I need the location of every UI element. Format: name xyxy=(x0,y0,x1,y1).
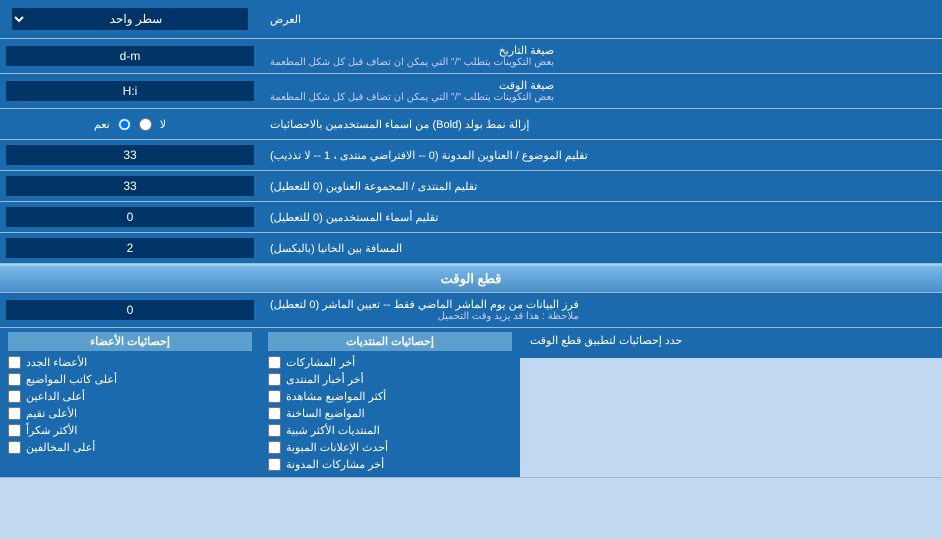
topic-title-input[interactable] xyxy=(6,145,254,165)
bold-no-radio[interactable] xyxy=(139,118,152,131)
checkbox-item: أعلى المخالفين xyxy=(8,439,252,456)
cb-most-thanked[interactable] xyxy=(8,424,21,437)
bold-remove-row: إزالة نمط بولد (Bold) من اسماء المستخدمي… xyxy=(0,109,942,140)
bold-remove-label: إزالة نمط بولد (Bold) من اسماء المستخدمي… xyxy=(260,109,942,139)
date-format-input[interactable] xyxy=(6,46,254,66)
checkbox-item: الأعضاء الجدد xyxy=(8,354,252,371)
checkbox-item: أخر مشاركات المدونة xyxy=(268,456,512,473)
member-stats-col: إحصائيات الأعضاء الأعضاء الجدد أعلى كاتب… xyxy=(0,328,260,477)
usernames-row: تقليم أسماء المستخدمين (0 للتعطيل) xyxy=(0,202,942,233)
forum-stats-header: إحصائيات المنتديات xyxy=(268,332,512,351)
time-cutoff-header: قطع الوقت xyxy=(0,264,942,293)
cb-latest-ads[interactable] xyxy=(268,441,281,454)
cb-popular-forums[interactable] xyxy=(268,424,281,437)
cb-top-poster[interactable] xyxy=(8,373,21,386)
cb-top-rated[interactable] xyxy=(8,407,21,420)
topic-title-input-cell xyxy=(0,140,260,170)
time-cutoff-input[interactable] xyxy=(6,300,254,320)
col-spacing-label: المسافة بين الخانيا (بالبكسل) xyxy=(260,233,942,263)
checkbox-item: أحدث الإعلانات المبوبة xyxy=(268,439,512,456)
checkbox-item: المنتديات الأكثر شبية xyxy=(268,422,512,439)
checkboxes-row: حدد إحصائيات لتطبيق قطع الوقت إحصائيات ا… xyxy=(0,328,942,478)
bold-remove-radio-cell: لا نعم xyxy=(0,109,260,139)
time-cutoff-input-cell xyxy=(0,293,260,327)
time-cutoff-row: فرز البيانات من يوم الماشر الماضي فقط --… xyxy=(0,293,942,328)
time-format-input[interactable] xyxy=(6,81,254,101)
forum-stats-col: إحصائيات المنتديات أخر المشاركات أخر أخب… xyxy=(260,328,520,477)
time-format-row: صيغة الوقت بعض التكوينات يتطلب "/" التي … xyxy=(0,74,942,109)
cb-hot-topics[interactable] xyxy=(268,407,281,420)
time-cutoff-label: فرز البيانات من يوم الماشر الماضي فقط --… xyxy=(260,293,942,327)
cb-forum-news[interactable] xyxy=(268,373,281,386)
display-input-cell: سطر واحد عدة سطور xyxy=(0,0,260,38)
forum-title-input[interactable] xyxy=(6,176,254,196)
cb-top-referrers[interactable] xyxy=(8,390,21,403)
forum-title-input-cell xyxy=(0,171,260,201)
display-select[interactable]: سطر واحد عدة سطور xyxy=(12,8,248,30)
forum-title-row: تقليم المنتدى / المجموعة العناوين (0 للت… xyxy=(0,171,942,202)
forum-title-label: تقليم المنتدى / المجموعة العناوين (0 للت… xyxy=(260,171,942,201)
usernames-label: تقليم أسماء المستخدمين (0 للتعطيل) xyxy=(260,202,942,232)
date-format-label: صيغة التاريخ بعض التكوينات يتطلب "/" الت… xyxy=(260,39,942,73)
limit-label: حدد إحصائيات لتطبيق قطع الوقت xyxy=(520,328,942,358)
topic-title-label: تقليم الموضوع / العناوين المدونة (0 -- ا… xyxy=(260,140,942,170)
bold-no-label: نعم xyxy=(94,118,110,131)
display-label: العرض xyxy=(260,4,942,34)
checkbox-item: الأعلى تقيم xyxy=(8,405,252,422)
cb-last-posts[interactable] xyxy=(268,356,281,369)
col-spacing-input-cell xyxy=(0,233,260,263)
checkbox-item: أعلى الداعين xyxy=(8,388,252,405)
display-row: العرض سطر واحد عدة سطور xyxy=(0,0,942,39)
usernames-input-cell xyxy=(0,202,260,232)
cb-blog-posts[interactable] xyxy=(268,458,281,471)
col-spacing-input[interactable] xyxy=(6,238,254,258)
checkbox-item: المواضيع الساخنة xyxy=(268,405,512,422)
col-spacing-row: المسافة بين الخانيا (بالبكسل) xyxy=(0,233,942,264)
topic-title-row: تقليم الموضوع / العناوين المدونة (0 -- ا… xyxy=(0,140,942,171)
bold-yes-label: لا xyxy=(160,118,166,131)
time-format-input-cell xyxy=(0,74,260,108)
cb-most-viewed[interactable] xyxy=(268,390,281,403)
checkbox-item: أخر أخبار المنتدى xyxy=(268,371,512,388)
usernames-input[interactable] xyxy=(6,207,254,227)
cb-new-members[interactable] xyxy=(8,356,21,369)
time-format-label: صيغة الوقت بعض التكوينات يتطلب "/" التي … xyxy=(260,74,942,108)
checkbox-item: أخر المشاركات xyxy=(268,354,512,371)
checkbox-item: أكثر المواضيع مشاهدة xyxy=(268,388,512,405)
cb-top-warned[interactable] xyxy=(8,441,21,454)
bold-yes-radio[interactable] xyxy=(118,118,131,131)
checkbox-item: الأكثر شكراً xyxy=(8,422,252,439)
date-format-input-cell xyxy=(0,39,260,73)
member-stats-header: إحصائيات الأعضاء xyxy=(8,332,252,351)
checkbox-item: أعلى كاتب المواضيع xyxy=(8,371,252,388)
date-format-row: صيغة التاريخ بعض التكوينات يتطلب "/" الت… xyxy=(0,39,942,74)
